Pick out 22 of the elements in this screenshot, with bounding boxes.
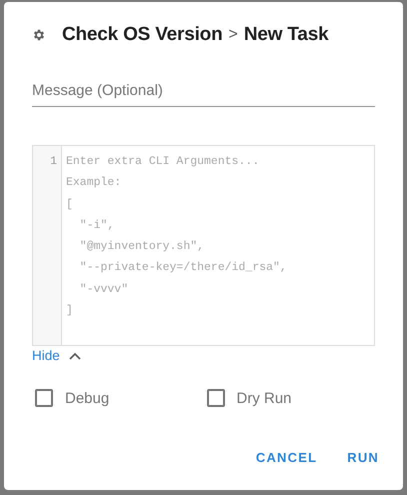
dialog-subtitle: New Task [244,24,328,46]
placeholder-line: "-i", [78,218,116,234]
placeholder-line: Example: [66,175,122,192]
cancel-button[interactable]: CANCEL [244,440,330,475]
hide-link[interactable]: Hide [32,348,60,363]
checkbox[interactable] [206,389,224,407]
placeholder-line: "@myinventory.sh", [78,239,206,256]
code-editor[interactable]: 1 Enter extra CLI Arguments... Example: [ "-i", "@myinventory.sh", "--private-key=/there/id_rsa", "-vvvv" ] [32,145,375,346]
dialog-title: Check OS Version [62,24,222,46]
line-number: 1 [50,155,57,168]
placeholder-line: ] [66,303,74,320]
settings-icon [32,28,46,42]
placeholder-line: [ [66,196,74,213]
checkbox[interactable] [35,389,53,407]
chevron-up-icon[interactable] [68,352,81,360]
placeholder-line: "--private-key=/there/id_rsa", [78,260,287,276]
placeholder-line: Enter extra CLI Arguments... [66,154,260,170]
checkbox-label: Debug [65,390,110,406]
run-button[interactable]: RUN [335,440,391,475]
breadcrumb-separator: > [228,26,238,44]
placeholder-line: "-vvvv" [78,282,130,298]
checkbox-label: Dry Run [236,390,292,406]
